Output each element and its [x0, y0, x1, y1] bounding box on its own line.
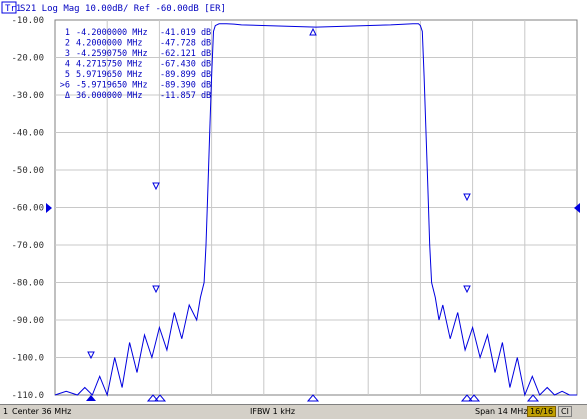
span[interactable]: Span 14 MHz	[475, 407, 528, 416]
marker-frequency: -5.9719650 MHz	[76, 81, 148, 91]
marker-frequency: 4.2000000 MHz	[76, 39, 143, 49]
marker-number: >6	[60, 81, 70, 91]
marker-frequency: 4.2715750 MHz	[76, 60, 143, 70]
marker-number: 5	[65, 70, 70, 80]
trace-header-text: S21 Log Mag 10.00dB/ Ref -60.00dB [ER]	[20, 4, 226, 14]
axis-marker-1[interactable]	[146, 394, 160, 402]
marker-frequency: -4.2590750 MHz	[76, 49, 148, 59]
y-tick-label: -60.00	[11, 204, 44, 214]
marker-frequency: 36.000000 MHz	[76, 91, 143, 101]
y-axis-labels: -10.00 -20.00 -30.00 -40.00 -50.00 -60.00 -70.…	[11, 16, 44, 401]
marker-frequency: -4.2000000 MHz	[76, 28, 148, 38]
marker-value: -41.019 dB	[160, 28, 211, 38]
axis-marker-delta[interactable]	[306, 394, 320, 402]
y-tick-label: -80.00	[11, 279, 44, 289]
axis-marker-5[interactable]	[526, 394, 540, 402]
y-tick-label: -20.00	[11, 54, 44, 64]
active-marker-axis-glyph[interactable]	[86, 395, 96, 401]
y-tick-label: -10.00	[11, 16, 44, 26]
marker-readout-table: 1 -4.2000000 MHz -41.019 dB2 4.2000000 MHz -…	[60, 28, 211, 101]
ref-level-left-arrow[interactable]	[46, 203, 52, 213]
marker-number: 2	[65, 39, 70, 49]
y-tick-label: -70.00	[11, 241, 44, 251]
marker-value: -47.728 dB	[160, 39, 211, 49]
marker-value: -89.390 dB	[160, 81, 211, 91]
y-tick-label: -40.00	[11, 129, 44, 139]
marker-frequency: 5.9719650 MHz	[76, 70, 143, 80]
y-tick-label: -90.00	[11, 316, 44, 326]
y-tick-label: -30.00	[11, 91, 44, 101]
trace-id[interactable]: Tr1	[5, 4, 21, 14]
marker-value: -89.899 dB	[160, 70, 211, 80]
y-tick-label: -110.0	[11, 391, 44, 401]
marker-number: Δ	[65, 91, 70, 101]
marker-number: 3	[65, 49, 70, 59]
marker-number: 1	[65, 28, 70, 38]
marker-number: 4	[65, 60, 70, 70]
status-bar: 1 Center 36 MHz IFBW 1 kHz Span 14 MHz 1…	[0, 404, 587, 419]
y-tick-label: -50.00	[11, 166, 44, 176]
y-tick-label: -100.0	[11, 354, 44, 364]
axis-marker-row	[86, 394, 540, 402]
ifbw[interactable]: IFBW 1 kHz	[250, 407, 295, 416]
cal-indicator[interactable]: Cl	[558, 406, 572, 417]
analyzer-display: Tr1 S21 Log Mag 10.00dB/ Ref -60.00dB [E…	[1, 1, 580, 402]
points-indicator[interactable]: 16/16	[527, 406, 557, 417]
axis-marker-3[interactable]	[153, 394, 167, 402]
axis-marker-4[interactable]	[467, 394, 481, 402]
channel-number[interactable]: 1	[3, 407, 8, 416]
marker-value: -67.430 dB	[160, 60, 211, 70]
marker-value: -62.121 dB	[160, 49, 211, 59]
axis-marker-2[interactable]	[460, 394, 474, 402]
marker-value: -11.857 dB	[160, 91, 211, 101]
center-frequency[interactable]: Center 36 MHz	[12, 407, 71, 416]
